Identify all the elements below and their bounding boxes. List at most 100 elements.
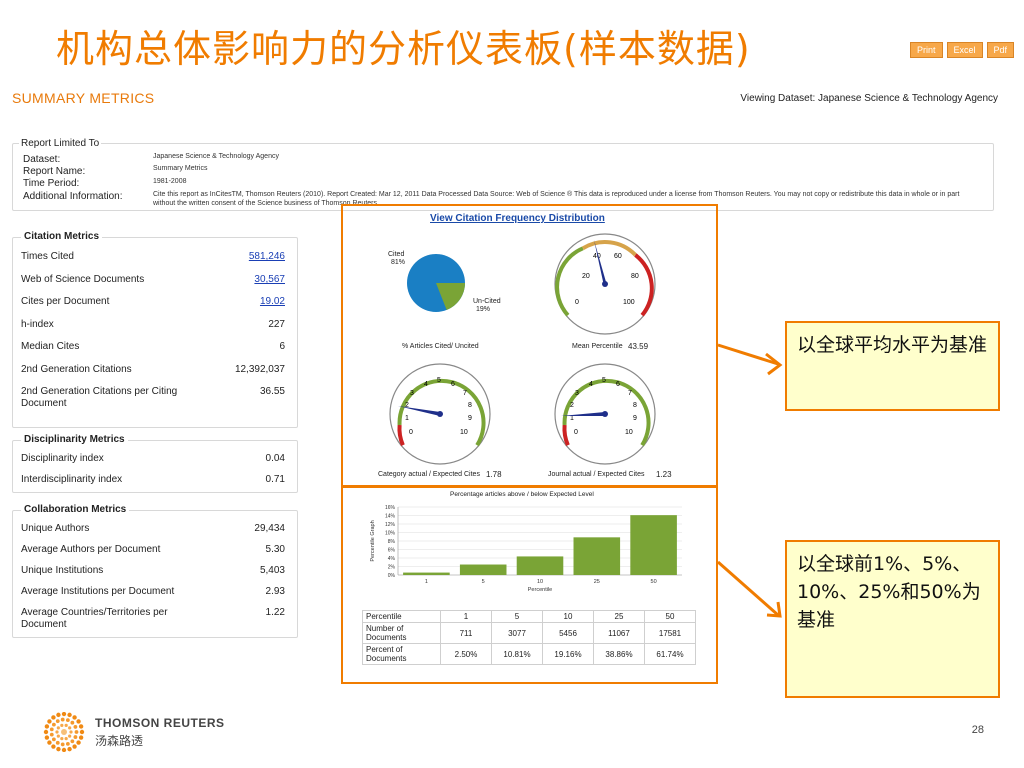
logo-dot xyxy=(78,724,84,729)
logo-dot xyxy=(43,729,49,735)
svg-text:6: 6 xyxy=(616,381,620,388)
metric-row: Unique Authors 29,434 xyxy=(21,523,285,534)
page-number: 28 xyxy=(971,724,984,736)
gauge-tick: 100 xyxy=(623,299,635,306)
logo-dot xyxy=(76,719,81,724)
svg-text:10: 10 xyxy=(625,429,633,436)
logo-dot xyxy=(65,718,70,723)
y-tick-label: 16% xyxy=(385,505,396,511)
logo-dot xyxy=(51,722,56,727)
svg-text:5: 5 xyxy=(437,377,441,384)
journal-ratio-gauge: 0 1 2 3 4 5 6 7 8 9 10 xyxy=(554,363,656,465)
logo-dot xyxy=(51,737,56,742)
y-tick-label: 10% xyxy=(385,531,396,537)
bar-25 xyxy=(573,537,621,575)
report-label-period: Time Period: xyxy=(23,178,80,189)
collaboration-legend: Collaboration Metrics xyxy=(21,504,130,515)
svg-text:0: 0 xyxy=(574,429,578,436)
metric-row: 2nd Generation Citations per Citing Docu… xyxy=(21,386,285,409)
logo-dot xyxy=(61,747,67,752)
logo-dot xyxy=(68,726,72,730)
logo-dot xyxy=(64,723,68,727)
svg-text:3: 3 xyxy=(575,390,579,397)
metric-row: Cites per Document 19.02 xyxy=(21,296,285,307)
view-citation-frequency-link[interactable]: View Citation Frequency Distribution xyxy=(430,213,605,224)
logo-dot xyxy=(67,746,72,752)
metric-row: h-index 227 xyxy=(21,319,285,330)
y-tick-label: 12% xyxy=(385,522,396,528)
cites-per-doc-link[interactable]: 19.02 xyxy=(260,296,285,307)
pdf-button[interactable]: Pdf xyxy=(986,42,1015,58)
bar-chart-title: Percentage articles above / below Expect… xyxy=(450,491,594,498)
citation-legend: Citation Metrics xyxy=(21,231,103,242)
logo-dot xyxy=(60,742,65,747)
cited-pie-chart xyxy=(407,254,465,312)
report-value-dataset: Japanese Science & Technology Agency xyxy=(153,153,279,160)
logo-core xyxy=(61,729,67,735)
y-tick-label: 8% xyxy=(388,539,396,545)
logo-dot xyxy=(79,729,85,735)
metric-row: Disciplinarity index 0.04 xyxy=(21,453,285,464)
thomson-reuters-logo-icon xyxy=(43,712,85,752)
svg-text:4: 4 xyxy=(424,381,428,388)
pie-caption: % Articles Cited/ Uncited xyxy=(402,343,479,350)
svg-text:2: 2 xyxy=(570,402,574,409)
pie-cited-pct: 81% xyxy=(391,259,406,266)
logo-dot xyxy=(70,739,75,744)
y-axis-label: Percentile Graph xyxy=(370,520,376,561)
export-buttons: Print Excel Pdf xyxy=(910,42,1015,58)
gauge-tick: 0 xyxy=(575,299,579,306)
collaboration-metrics-box: Collaboration Metrics Unique Authors 29,4… xyxy=(12,504,298,638)
viewing-dataset: Viewing Dataset: Japanese Science & Tech… xyxy=(740,93,998,104)
logo-dot xyxy=(74,730,79,734)
logo-dot xyxy=(69,730,73,734)
y-tick-label: 2% xyxy=(388,565,396,571)
bar-10 xyxy=(516,556,564,575)
y-tick-label: 4% xyxy=(388,556,396,562)
mean-percentile-label: Mean Percentile xyxy=(572,343,623,350)
logo-dot xyxy=(56,726,60,730)
wos-documents-link[interactable]: 30,567 xyxy=(254,274,285,285)
svg-text:3: 3 xyxy=(410,390,414,397)
metric-row: Average Institutions per Document 2.93 xyxy=(21,586,285,597)
svg-text:1: 1 xyxy=(570,415,574,422)
logo-dot xyxy=(55,719,60,724)
pie-uncited-pct: 19% xyxy=(476,306,491,313)
logo-dot xyxy=(64,737,68,741)
logo-chinese: 汤森路透 xyxy=(95,734,144,748)
mean-percentile-gauge: 20 40 60 80 0 100 xyxy=(554,233,656,335)
report-value-period: 1981-2008 xyxy=(153,178,187,185)
logo-dot xyxy=(56,746,61,752)
svg-text:9: 9 xyxy=(468,415,472,422)
report-label-name: Report Name: xyxy=(23,166,86,177)
gauge-tick: 60 xyxy=(614,253,622,260)
category-ratio-gauge: 0 1 2 3 4 5 6 7 8 9 10 xyxy=(389,363,491,465)
logo-dot xyxy=(51,715,56,720)
slide-title: 机构总体影响力的分析仪表板(样本数据) xyxy=(56,27,751,71)
percentile-table: Percentile 1 5 10 25 50 Number of Docume… xyxy=(362,610,696,665)
logo-dot xyxy=(67,712,72,718)
times-cited-link[interactable]: 581,246 xyxy=(249,251,285,262)
report-label-dataset: Dataset: xyxy=(23,154,61,165)
report-limited-box: Report Limited To Dataset: Japanese Scie… xyxy=(12,138,994,211)
report-label-info: Additional Information: xyxy=(23,191,123,202)
metric-row: 2nd Generation Citations 12,392,037 xyxy=(21,364,285,375)
bar-50 xyxy=(630,515,677,575)
logo-dot xyxy=(68,734,72,738)
svg-text:4: 4 xyxy=(589,381,593,388)
logo-dot xyxy=(49,727,54,732)
logo-dot xyxy=(73,735,78,739)
disciplinarity-metrics-box: Disciplinarity Metrics Disciplinarity in… xyxy=(12,434,298,493)
citation-metrics-box: Citation Metrics Times Cited 581,246 Web … xyxy=(12,231,298,428)
metric-row: Interdisciplinarity index 0.71 xyxy=(21,474,285,485)
bar-5 xyxy=(459,564,507,575)
journal-ratio-label: Journal actual / Expected Cites xyxy=(548,471,645,478)
logo-dot xyxy=(49,732,54,737)
print-button[interactable]: Print xyxy=(910,42,943,58)
svg-text:7: 7 xyxy=(463,390,467,397)
table-row: Percent of Documents 2.50% 10.81% 19.16%… xyxy=(362,643,696,665)
x-tick-label: 25 xyxy=(594,579,600,585)
excel-button[interactable]: Excel xyxy=(946,42,983,58)
logo-dot xyxy=(60,737,64,741)
logo-dot xyxy=(47,740,52,745)
